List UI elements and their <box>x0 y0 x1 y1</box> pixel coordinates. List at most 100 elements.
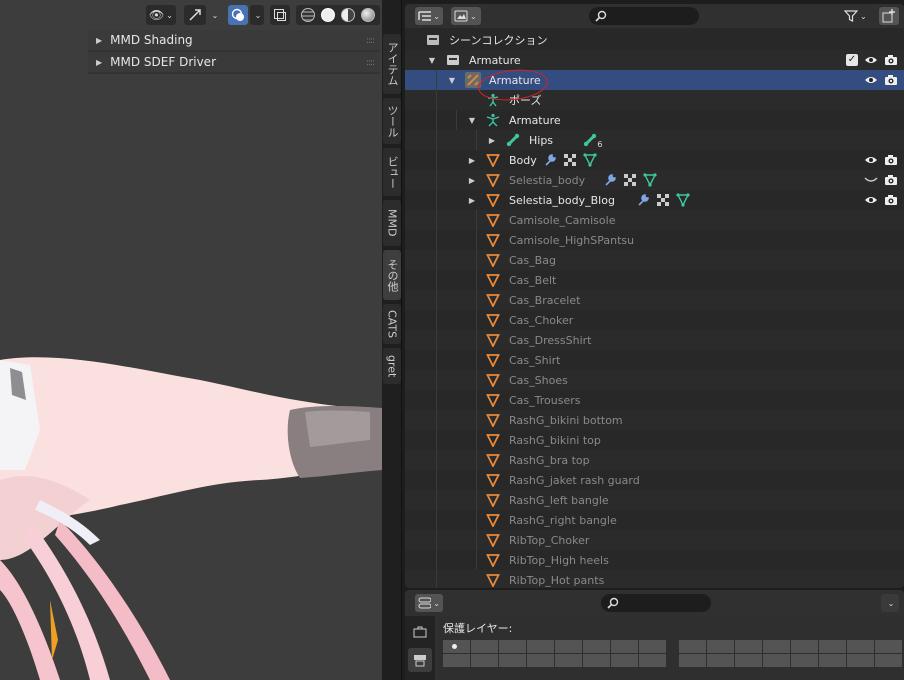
outliner-row[interactable]: Cas_DressShirt <box>405 330 904 350</box>
camera-icon[interactable] <box>884 194 898 206</box>
outliner-row[interactable]: ▶ Selestia_body <box>405 170 904 190</box>
layer-toggle[interactable] <box>791 654 818 667</box>
checker-icon[interactable] <box>623 173 637 187</box>
expand-triangle-icon[interactable]: ▶ <box>467 196 477 205</box>
outliner-row[interactable]: RibTop_Choker <box>405 530 904 550</box>
outliner-search-input[interactable] <box>589 7 699 25</box>
outliner-row[interactable]: Cas_Bracelet <box>405 290 904 310</box>
expand-triangle-icon[interactable]: ▶ <box>487 136 497 145</box>
wrench-icon[interactable] <box>543 153 557 167</box>
eye-icon[interactable] <box>864 155 878 165</box>
layer-toggle[interactable] <box>639 654 666 667</box>
layer-toggle[interactable] <box>791 640 818 653</box>
eye-icon[interactable] <box>864 75 878 85</box>
rendered-shading-icon[interactable] <box>361 8 375 22</box>
wrench-icon[interactable] <box>603 173 617 187</box>
material-preview-shading-icon[interactable] <box>341 8 355 22</box>
layer-toggle[interactable] <box>707 654 734 667</box>
tab-render[interactable] <box>408 648 432 672</box>
expand-triangle-icon[interactable]: ▶ <box>467 176 477 185</box>
expand-triangle-icon[interactable]: ▶ <box>467 156 477 165</box>
layer-toggle[interactable] <box>679 640 706 653</box>
layer-toggle[interactable] <box>847 640 874 653</box>
gizmo-toggle-button[interactable] <box>184 5 206 25</box>
outliner-row[interactable]: Camisole_Camisole <box>405 210 904 230</box>
layer-toggle[interactable] <box>443 654 470 667</box>
layer-toggle[interactable] <box>611 654 638 667</box>
outliner-row[interactable]: RashG_left bangle <box>405 490 904 510</box>
wrench-icon[interactable] <box>636 193 650 207</box>
outliner-row[interactable]: RibTop_Hot pants <box>405 570 904 588</box>
outliner-row[interactable]: シーンコレクション <box>405 30 904 50</box>
collapse-triangle-icon[interactable]: ▼ <box>447 76 457 85</box>
outliner-row[interactable]: ▶ Hips 6 <box>405 130 904 150</box>
layer-toggle[interactable] <box>707 640 734 653</box>
tab-tool-settings[interactable] <box>408 620 432 644</box>
layer-toggle[interactable] <box>471 640 498 653</box>
tab-other[interactable]: その他 <box>383 250 401 300</box>
layer-toggle[interactable] <box>527 640 554 653</box>
layer-toggle[interactable] <box>819 640 846 653</box>
outliner-row[interactable]: Cas_Belt <box>405 270 904 290</box>
eye-icon[interactable] <box>864 195 878 205</box>
outliner-row[interactable]: ▼ Armature ✓ <box>405 50 904 70</box>
tab-gret[interactable]: gret <box>383 348 401 384</box>
camera-icon[interactable] <box>884 174 898 186</box>
panel-mmd-shading[interactable]: ▶ MMD Shading :::: <box>88 30 380 52</box>
layer-toggle[interactable] <box>819 654 846 667</box>
outliner-row[interactable]: RashG_jaket rash guard <box>405 470 904 490</box>
layer-toggle[interactable] <box>639 640 666 653</box>
overlays-toggle-button[interactable] <box>228 5 248 25</box>
panel-mmd-sdef-driver[interactable]: ▶ MMD SDEF Driver :::: <box>88 52 380 74</box>
tab-cats[interactable]: CATS <box>383 304 401 344</box>
layer-toggle[interactable] <box>555 654 582 667</box>
options-dropdown[interactable]: ⌄ <box>881 594 899 612</box>
tab-view[interactable]: ビュー <box>383 148 401 196</box>
tab-mmd[interactable]: MMD <box>383 200 401 246</box>
checker-icon[interactable] <box>656 193 670 207</box>
exclude-checkbox[interactable]: ✓ <box>846 54 858 66</box>
layer-toggle[interactable] <box>499 640 526 653</box>
display-mode-dropdown[interactable]: ⌄ <box>451 7 481 25</box>
layer-toggle[interactable] <box>847 654 874 667</box>
layer-toggle[interactable] <box>555 640 582 653</box>
layer-toggle[interactable] <box>735 640 762 653</box>
layer-toggle[interactable] <box>763 640 790 653</box>
eye-icon[interactable] <box>864 55 878 65</box>
layer-toggle[interactable] <box>583 640 610 653</box>
outliner-row[interactable]: Cas_Choker <box>405 310 904 330</box>
outliner-row[interactable]: RashG_right bangle <box>405 510 904 530</box>
tab-tool[interactable]: ツール <box>383 98 401 144</box>
layer-toggle[interactable] <box>875 654 902 667</box>
layer-toggle[interactable] <box>471 654 498 667</box>
new-collection-button[interactable] <box>879 7 899 25</box>
layer-toggle[interactable] <box>443 640 470 653</box>
outliner-row[interactable]: ▶ Selestia_body_Blog <box>405 190 904 210</box>
layer-toggle[interactable] <box>527 654 554 667</box>
layer-toggle[interactable] <box>679 654 706 667</box>
checker-icon[interactable] <box>563 153 577 167</box>
outliner-row[interactable]: RashG_bikini bottom <box>405 410 904 430</box>
collapse-triangle-icon[interactable]: ▼ <box>427 56 437 65</box>
gizmo-dropdown[interactable]: ⌄ <box>208 5 220 25</box>
editor-type-dropdown[interactable]: ⌄ <box>415 594 443 612</box>
overlays-dropdown[interactable]: ⌄ <box>250 5 264 25</box>
outliner-row[interactable]: Cas_Shirt <box>405 350 904 370</box>
collapse-triangle-icon[interactable]: ▼ <box>467 116 477 125</box>
outliner-row[interactable]: Camisole_HighSPantsu <box>405 230 904 250</box>
outliner-row[interactable]: ▶ Body <box>405 150 904 170</box>
layer-toggle[interactable] <box>499 654 526 667</box>
outliner-row[interactable]: Cas_Shoes <box>405 370 904 390</box>
outliner-row[interactable]: Cas_Trousers <box>405 390 904 410</box>
layer-toggle[interactable] <box>583 654 610 667</box>
vertex-groups-icon[interactable] <box>583 153 597 167</box>
camera-icon[interactable] <box>884 74 898 86</box>
camera-icon[interactable] <box>884 54 898 66</box>
outliner-row[interactable]: ▼ Armature <box>405 110 904 130</box>
layer-toggle[interactable] <box>763 654 790 667</box>
outliner-row[interactable]: Cas_Bag <box>405 250 904 270</box>
layer-toggle[interactable] <box>735 654 762 667</box>
tab-item[interactable]: アイテム <box>383 34 401 94</box>
3d-viewport[interactable]: 👁⌄ ⌄ ⌄ ⌄ ▶ MMD Shading :::: ▶ MMD SDEF D… <box>0 0 382 680</box>
vertex-groups-icon[interactable] <box>643 173 657 187</box>
